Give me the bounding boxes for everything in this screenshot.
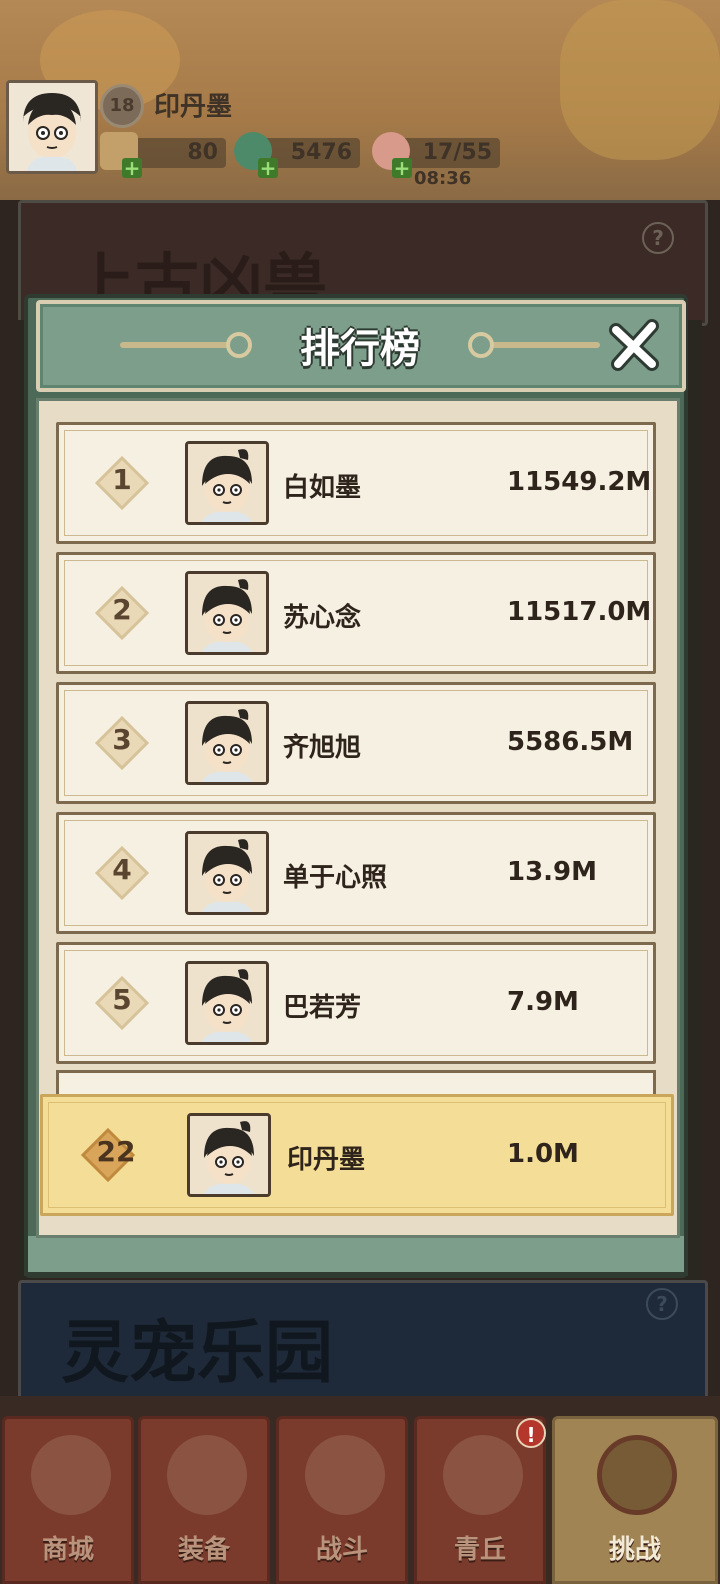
tab-label: 青丘 bbox=[453, 1535, 506, 1565]
rank-number: 1 bbox=[112, 463, 132, 496]
leaderboard-row[interactable]: 2 苏心念 11517.0M bbox=[56, 552, 656, 674]
leaderboard-row[interactable]: 5 巴若芳 7.9M bbox=[56, 942, 656, 1064]
character-portrait-icon bbox=[188, 704, 266, 782]
help-icon[interactable]: ? bbox=[646, 1288, 678, 1320]
player-score: 11517.0M bbox=[507, 597, 652, 627]
rank-number: 4 bbox=[112, 853, 132, 886]
row-avatar bbox=[187, 1113, 271, 1197]
my-rank-row[interactable]: 22 印丹墨 1.0M bbox=[40, 1094, 674, 1216]
player-avatar[interactable] bbox=[6, 80, 98, 174]
tab-label: 挑战 bbox=[608, 1535, 661, 1565]
row-avatar bbox=[185, 961, 269, 1045]
player-name: 印丹墨 bbox=[154, 92, 233, 122]
resource-ticket-count: 80 bbox=[130, 138, 226, 168]
help-icon[interactable]: ? bbox=[642, 222, 674, 254]
event-banner-bottom: 灵宠乐园 bbox=[18, 1280, 708, 1401]
modal-footer bbox=[24, 1236, 688, 1276]
leaderboard-row[interactable]: 1 白如墨 11549.2M bbox=[56, 422, 656, 544]
tab-equipment[interactable]: 装备 bbox=[138, 1416, 270, 1584]
player-name: 齐旭旭 bbox=[283, 733, 362, 763]
event-banner-title: 灵宠乐园 bbox=[61, 1313, 334, 1393]
player-level-badge: 18 bbox=[100, 84, 144, 128]
row-avatar bbox=[185, 441, 269, 525]
close-icon bbox=[609, 319, 659, 371]
player-name: 苏心念 bbox=[283, 603, 362, 633]
shop-icon bbox=[31, 1435, 111, 1515]
player-name: 白如墨 bbox=[283, 473, 362, 503]
resource-stamina-count: 17/55 bbox=[400, 138, 500, 168]
character-portrait-icon bbox=[188, 964, 266, 1042]
leaderboard-row[interactable]: 4 单于心照 13.9M bbox=[56, 812, 656, 934]
player-name: 单于心照 bbox=[283, 863, 388, 893]
lantern-glow bbox=[560, 0, 720, 160]
character-portrait-icon bbox=[188, 444, 266, 522]
player-score: 7.9M bbox=[507, 987, 579, 1017]
armor-icon bbox=[167, 1435, 247, 1515]
challenge-drum-icon bbox=[597, 1435, 677, 1515]
stamina-timer: 08:36 bbox=[414, 168, 472, 189]
row-avatar bbox=[185, 701, 269, 785]
tab-label: 装备 bbox=[177, 1535, 230, 1565]
player-score: 11549.2M bbox=[507, 467, 652, 497]
add-ticket-button[interactable]: + bbox=[122, 158, 142, 178]
close-button[interactable] bbox=[606, 318, 662, 374]
tab-challenge[interactable]: 挑战 bbox=[552, 1416, 718, 1584]
player-score: 13.9M bbox=[507, 857, 598, 887]
tab-shop[interactable]: 商城 bbox=[2, 1416, 134, 1584]
character-portrait-icon bbox=[188, 834, 266, 912]
character-portrait-icon bbox=[190, 1116, 268, 1194]
mountain-icon bbox=[443, 1435, 523, 1515]
rank-number: 3 bbox=[112, 723, 132, 756]
player-score: 5586.5M bbox=[507, 727, 634, 757]
rank-number: 5 bbox=[112, 983, 132, 1016]
add-stamina-button[interactable]: + bbox=[392, 158, 412, 178]
leaderboard-row[interactable]: 3 齐旭旭 5586.5M bbox=[56, 682, 656, 804]
tab-label: 商城 bbox=[41, 1535, 94, 1565]
player-score: 1.0M bbox=[507, 1139, 579, 1169]
crossed-swords-icon bbox=[305, 1435, 385, 1515]
player-name: 印丹墨 bbox=[287, 1145, 366, 1175]
row-avatar bbox=[185, 831, 269, 915]
character-portrait-icon bbox=[9, 83, 95, 171]
rank-number: 2 bbox=[112, 593, 132, 626]
rank-number: 22 bbox=[96, 1135, 136, 1168]
row-avatar bbox=[185, 571, 269, 655]
character-portrait-icon bbox=[188, 574, 266, 652]
tab-battle[interactable]: 战斗 bbox=[276, 1416, 408, 1584]
notification-badge: ! bbox=[516, 1418, 546, 1448]
tab-label: 战斗 bbox=[315, 1535, 368, 1565]
add-jade-button[interactable]: + bbox=[258, 158, 278, 178]
player-name: 巴若芳 bbox=[283, 993, 362, 1023]
